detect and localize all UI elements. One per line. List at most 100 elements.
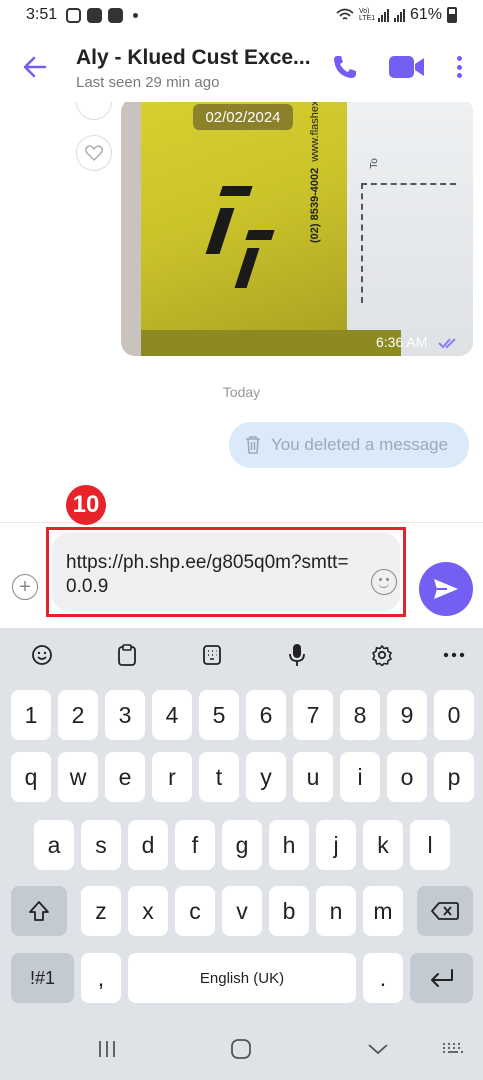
key-2[interactable]: 2 bbox=[58, 690, 98, 740]
key-f[interactable]: f bbox=[175, 820, 215, 870]
key-o[interactable]: o bbox=[387, 752, 427, 802]
key-s[interactable]: s bbox=[81, 820, 121, 870]
key-e[interactable]: e bbox=[105, 752, 145, 802]
key-0[interactable]: 0 bbox=[434, 690, 474, 740]
key-v[interactable]: v bbox=[222, 886, 262, 936]
key-6[interactable]: 6 bbox=[246, 690, 286, 740]
key-l[interactable]: l bbox=[410, 820, 450, 870]
keyboard: 1 2 3 4 5 6 7 8 9 0 q w e r t y u i o p … bbox=[0, 628, 483, 1080]
battery-percent: 61% bbox=[409, 6, 442, 23]
logo-stroke bbox=[219, 186, 253, 196]
photo-message[interactable]: (02) 8539-4002 www.flashexpress.ph To bbox=[121, 102, 473, 356]
key-z[interactable]: z bbox=[81, 886, 121, 936]
key-h[interactable]: h bbox=[269, 820, 309, 870]
key-i[interactable]: i bbox=[340, 752, 380, 802]
key-n[interactable]: n bbox=[316, 886, 356, 936]
keypad-button[interactable] bbox=[192, 636, 232, 674]
key-m[interactable]: m bbox=[363, 886, 403, 936]
voice-call-button[interactable] bbox=[330, 52, 360, 82]
key-q[interactable]: q bbox=[11, 752, 51, 802]
wifi-icon bbox=[336, 8, 354, 20]
period-key[interactable]: . bbox=[363, 953, 403, 1003]
key-c[interactable]: c bbox=[175, 886, 215, 936]
key-9[interactable]: 9 bbox=[387, 690, 427, 740]
more-notifications-icon bbox=[133, 13, 138, 18]
key-r[interactable]: r bbox=[152, 752, 192, 802]
symbols-key[interactable]: !#1 bbox=[11, 953, 74, 1003]
comma-key[interactable]: , bbox=[81, 953, 121, 1003]
space-key[interactable]: English (UK) bbox=[128, 953, 356, 1003]
key-y[interactable]: y bbox=[246, 752, 286, 802]
message-input-text[interactable]: https://ph.shp.ee/g805q0m?smtt=0.0.9 bbox=[66, 551, 356, 599]
logo-stroke bbox=[245, 230, 275, 240]
emoji-keyboard-button[interactable] bbox=[22, 636, 62, 674]
emoji-button[interactable] bbox=[371, 569, 397, 595]
mic-icon bbox=[289, 644, 305, 666]
recents-icon bbox=[99, 1041, 115, 1057]
voice-input-button[interactable] bbox=[277, 636, 317, 674]
checkbox-icon bbox=[108, 8, 123, 23]
instagram-icon bbox=[66, 8, 81, 23]
key-j[interactable]: j bbox=[316, 820, 356, 870]
key-g[interactable]: g bbox=[222, 820, 262, 870]
key-b[interactable]: b bbox=[269, 886, 309, 936]
more-options-button[interactable] bbox=[449, 52, 469, 82]
keyboard-icon bbox=[443, 1043, 463, 1053]
more-toolbar-button[interactable] bbox=[434, 636, 474, 674]
enter-key[interactable] bbox=[410, 953, 473, 1003]
message-composer: + https://ph.shp.ee/g805q0m?smtt=0.0.9 bbox=[0, 522, 483, 628]
step-number-badge: 10 bbox=[66, 485, 106, 525]
smiley-icon bbox=[378, 582, 389, 588]
key-u[interactable]: u bbox=[293, 752, 333, 802]
key-t[interactable]: t bbox=[199, 752, 239, 802]
read-receipt-icon bbox=[438, 338, 456, 349]
hide-keyboard-button[interactable] bbox=[366, 1036, 390, 1062]
attach-button[interactable]: + bbox=[12, 574, 38, 600]
key-w[interactable]: w bbox=[58, 752, 98, 802]
enter-icon bbox=[430, 969, 453, 987]
message-input[interactable]: https://ph.shp.ee/g805q0m?smtt=0.0.9 bbox=[52, 533, 400, 611]
shift-key[interactable] bbox=[11, 886, 67, 936]
status-bar: 3:51 Vo) LTE1 61% bbox=[0, 0, 483, 34]
package-label-area bbox=[347, 102, 473, 356]
backspace-key[interactable] bbox=[417, 886, 473, 936]
key-3[interactable]: 3 bbox=[105, 690, 145, 740]
package-fold bbox=[141, 330, 401, 356]
chat-header: Aly - Klued Cust Exce... Last seen 29 mi… bbox=[0, 34, 483, 102]
deleted-message-text: You deleted a message bbox=[271, 435, 449, 454]
phone-call-icon bbox=[334, 56, 356, 78]
video-call-button[interactable] bbox=[388, 54, 426, 80]
more-vertical-icon bbox=[456, 56, 462, 61]
clipboard-button[interactable] bbox=[107, 636, 147, 674]
key-a[interactable]: a bbox=[34, 820, 74, 870]
clipboard-icon bbox=[118, 644, 136, 666]
signal-icon bbox=[377, 8, 389, 22]
recent-apps-button[interactable] bbox=[96, 1036, 118, 1062]
key-k[interactable]: k bbox=[363, 820, 403, 870]
signal-2-icon bbox=[393, 8, 405, 22]
key-5[interactable]: 5 bbox=[199, 690, 239, 740]
back-arrow-icon bbox=[23, 56, 47, 78]
deleted-message-bubble[interactable]: You deleted a message bbox=[229, 422, 469, 468]
key-8[interactable]: 8 bbox=[340, 690, 380, 740]
send-icon bbox=[434, 579, 458, 599]
keypad-icon bbox=[203, 645, 221, 665]
key-1[interactable]: 1 bbox=[11, 690, 51, 740]
like-button[interactable] bbox=[76, 135, 112, 171]
keyboard-settings-button[interactable] bbox=[362, 636, 402, 674]
key-7[interactable]: 7 bbox=[293, 690, 333, 740]
more-icon bbox=[443, 652, 465, 658]
chevron-down-icon bbox=[368, 1044, 388, 1055]
back-button[interactable] bbox=[18, 50, 52, 84]
keyboard-switch-button[interactable] bbox=[440, 1036, 466, 1062]
key-x[interactable]: x bbox=[128, 886, 168, 936]
chat-area[interactable]: (02) 8539-4002 www.flashexpress.ph To 02… bbox=[0, 102, 483, 522]
key-d[interactable]: d bbox=[128, 820, 168, 870]
like-button-previous[interactable] bbox=[76, 102, 112, 120]
home-button[interactable] bbox=[230, 1036, 252, 1062]
send-button[interactable] bbox=[419, 562, 473, 616]
key-p[interactable]: p bbox=[434, 752, 474, 802]
key-4[interactable]: 4 bbox=[152, 690, 192, 740]
message-input-highlight: https://ph.shp.ee/g805q0m?smtt=0.0.9 bbox=[46, 527, 406, 617]
contact-name[interactable]: Aly - Klued Cust Exce... bbox=[76, 46, 321, 70]
